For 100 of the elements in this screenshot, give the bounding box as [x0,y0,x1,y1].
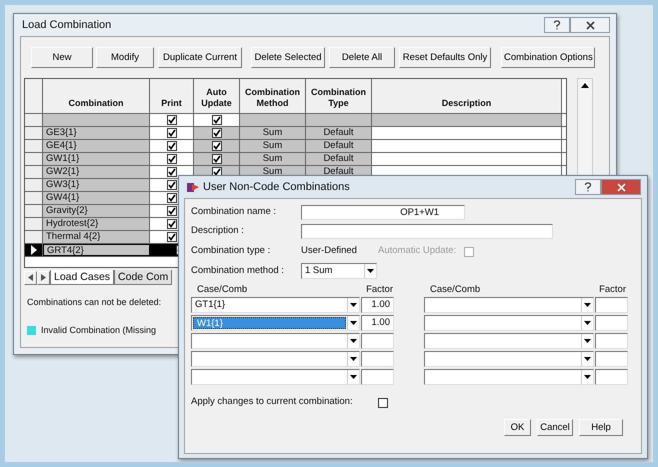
case-dropdown[interactable] [424,315,594,332]
name-field[interactable]: OP1+W1 [301,205,465,220]
auto-update-checkbox[interactable] [212,128,222,138]
print-checkbox[interactable] [166,128,176,138]
table-cell: Default [306,153,372,165]
print-checkbox[interactable] [166,193,176,203]
dropdown-arrow-icon[interactable] [350,339,357,344]
case-dropdown[interactable] [191,351,360,368]
row-header[interactable] [25,166,43,178]
row-header[interactable] [25,179,43,191]
factor-field[interactable] [595,315,628,332]
dialog-button[interactable]: OK [504,418,531,436]
description-field[interactable] [301,224,553,239]
auto-update-label: Automatic Update: [378,244,458,258]
row-header[interactable] [25,231,43,243]
table-cell: GW3{1} [43,179,150,191]
column-header: Factor [366,283,393,298]
column-header[interactable]: Description [372,79,562,113]
column-header[interactable]: Combination Method [240,79,306,113]
sheet-tab[interactable]: Code Com [114,270,172,285]
case-dropdown[interactable] [424,297,594,314]
help-icon[interactable] [584,182,592,192]
print-checkbox[interactable] [166,219,176,229]
toolbar-button[interactable]: Combination Options [501,47,595,68]
toolbar-button[interactable]: Delete All [329,47,395,68]
case-dropdown[interactable] [191,333,360,350]
print-checkbox[interactable] [166,180,176,190]
factor-field[interactable] [361,369,394,386]
window-title: Load Combination [22,18,112,33]
column-header[interactable]: Combination Type [306,79,372,113]
row-header[interactable] [25,205,43,217]
factor-field[interactable] [361,351,394,368]
auto-update-checkbox[interactable] [212,115,222,125]
table-cell: GE4{1} [43,140,150,152]
row-header[interactable] [25,140,43,152]
dropdown-arrow-icon[interactable] [367,269,374,274]
column-header[interactable]: Combination [43,79,150,113]
dialog-title: User Non-Code Combinations [203,180,350,195]
toolbar-button[interactable]: Duplicate Current [158,47,242,68]
scroll-right-icon[interactable] [41,274,46,281]
print-checkbox[interactable] [166,206,176,216]
table-cell: GW4{1} [43,192,150,204]
print-checkbox[interactable] [166,232,176,242]
print-checkbox[interactable] [166,167,176,177]
toolbar-button[interactable]: New [31,47,93,68]
field-label: Combination type : [191,244,272,258]
row-header[interactable] [25,192,43,204]
dropdown-arrow-icon[interactable] [584,357,592,362]
row-header[interactable] [25,153,43,165]
table-cell: GE3{1} [43,127,150,139]
field-label: Combination method : [191,264,285,278]
factor-field[interactable]: 1.00 [361,297,394,314]
factor-field[interactable] [595,333,628,350]
dropdown-arrow-icon[interactable] [584,339,592,344]
case-dropdown[interactable] [191,369,360,386]
case-dropdown[interactable] [424,351,594,368]
current-row-indicator[interactable] [25,244,43,256]
factor-field[interactable] [361,333,394,350]
column-header[interactable]: Print [150,79,194,113]
table-cell: Default [306,140,372,152]
app-icon [187,182,199,192]
toolbar-button[interactable]: Delete Selected [251,47,325,68]
table-cell: Sum [240,127,306,139]
row-header[interactable] [25,127,43,139]
help-icon[interactable] [553,20,561,30]
scroll-left-icon[interactable] [28,274,33,281]
table-cell: Gravity{2} [43,205,150,217]
row-header[interactable] [25,114,43,126]
dropdown-arrow-icon[interactable] [584,321,592,326]
dialog-button[interactable]: Help [579,418,623,436]
auto-update-checkbox[interactable] [212,141,222,151]
sheet-tab[interactable]: Load Cases [50,270,114,285]
case-dropdown[interactable] [424,369,594,386]
case-dropdown[interactable] [424,333,594,350]
dropdown-arrow-icon[interactable] [584,375,592,380]
dialog-button[interactable]: Cancel [537,418,573,436]
factor-field[interactable]: 1.00 [361,315,394,332]
dropdown-arrow-icon[interactable] [350,357,357,362]
dropdown-arrow-icon[interactable] [350,375,357,380]
table-cell: Sum [240,153,306,165]
case-dropdown[interactable]: GT1{1} [191,297,360,314]
dropdown-arrow-icon[interactable] [350,303,357,308]
print-checkbox[interactable] [166,141,176,151]
factor-field[interactable] [595,297,628,314]
print-checkbox[interactable] [166,115,176,125]
toolbar-button[interactable]: Reset Defaults Only [399,47,491,68]
method-dropdown[interactable]: 1 Sum [301,263,377,280]
dropdown-arrow-icon[interactable] [350,321,357,326]
row-header[interactable] [25,218,43,230]
apply-checkbox[interactable] [378,398,388,408]
factor-field[interactable] [595,369,628,386]
column-header[interactable]: Auto Update [194,79,240,113]
close-icon[interactable] [586,20,594,30]
auto-update-checkbox[interactable] [212,154,222,164]
table-cell: Thermal 4{2} [43,231,150,243]
dropdown-arrow-icon[interactable] [584,303,592,308]
print-checkbox[interactable] [166,154,176,164]
factor-field[interactable] [595,351,628,368]
note-text: Combinations can not be deleted: [27,297,162,307]
toolbar-button[interactable]: Modify [96,47,154,68]
